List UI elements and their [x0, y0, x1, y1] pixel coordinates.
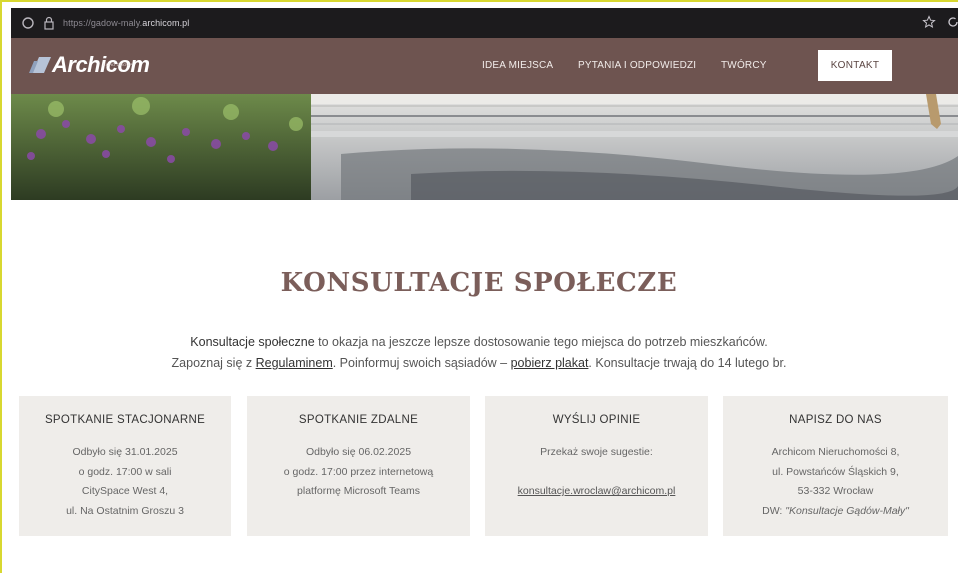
- card-stacjonarne: SPOTKANIE STACJONARNE Odbyło się 31.01.2…: [19, 396, 231, 536]
- card-line: o godz. 17:00 w sali: [78, 465, 172, 478]
- card-zdalne: SPOTKANIE ZDALNE Odbyło się 06.02.2025 o…: [247, 396, 470, 536]
- intro-line-2-b: . Poinformuj swoich sąsiadów –: [332, 356, 511, 370]
- url-field[interactable]: https://gadow-maly.archicom.pl: [63, 18, 189, 28]
- shield-icon[interactable]: [21, 16, 35, 30]
- hero-photo: [11, 94, 958, 200]
- card-line: 53-332 Wrocław: [797, 485, 874, 497]
- lock-icon[interactable]: [43, 16, 55, 30]
- email-link[interactable]: konsultacje.wroclaw@archicom.pl: [518, 485, 676, 497]
- url-prefix: https://gadow-maly.: [63, 18, 143, 28]
- nav-item-idea-miejsca[interactable]: IDEA MIEJSCA: [482, 60, 553, 71]
- browser-address-bar: https://gadow-maly.archicom.pl: [11, 8, 958, 38]
- intro-line-1: Konsultacje społeczne to okazja na jeszc…: [0, 332, 958, 353]
- site-header: Archicom ECHO GROUP IDEA MIEJSCA PYTANIA…: [11, 38, 958, 94]
- intro-line-2: Zapoznaj się z Regulaminem. Poinformuj s…: [0, 353, 958, 374]
- card-dw-prefix: DW:: [762, 504, 786, 517]
- plakat-link[interactable]: pobierz plakat: [511, 356, 589, 370]
- logo-mark-icon: [29, 57, 51, 73]
- card-line: ul. Powstańców Śląskich 9,: [772, 465, 899, 478]
- card-line: Przekaż swoje sugestie:: [540, 446, 653, 458]
- intro-line-2-a: Zapoznaj się z: [171, 356, 256, 370]
- card-opinie: WYŚLIJ OPINIE Przekaż swoje sugestie: ko…: [485, 396, 708, 536]
- card-body: Archicom Nieruchomości 8, ul. Powstańców…: [723, 443, 948, 521]
- card-title: SPOTKANIE ZDALNE: [298, 414, 419, 426]
- card-line: Archicom Nieruchomości 8,: [771, 446, 900, 458]
- page-title: KONSULTACJE SPOŁECZE: [280, 268, 678, 298]
- info-cards: SPOTKANIE STACJONARNE Odbyło się 31.01.2…: [0, 396, 958, 536]
- nav-item-tworcy[interactable]: TWÓRCY: [721, 60, 767, 71]
- hero-image: [11, 94, 958, 200]
- card-title: WYŚLIJ OPINIE: [552, 414, 641, 426]
- intro-line-2-c: . Konsultacje trwają do 14 lutego br.: [588, 356, 787, 370]
- card-body: Odbyło się 31.01.2025 o godz. 17:00 w sa…: [19, 443, 231, 521]
- card-body: Przekaż swoje sugestie: konsultacje.wroc…: [485, 443, 708, 502]
- card-line: ul. Na Ostatnim Groszu 3: [66, 504, 184, 517]
- url-domain: archicom.pl: [142, 18, 190, 28]
- card-line: Odbyło się 06.02.2025: [305, 446, 412, 458]
- card-line: CitySpace West 4,: [81, 485, 169, 497]
- card-body: Odbyło się 06.02.2025 o godz. 17:00 prze…: [247, 443, 470, 502]
- logo-text: Archicom: [52, 52, 150, 77]
- card-line: platformę Microsoft Teams: [297, 485, 420, 497]
- contact-button[interactable]: KONTAKT: [818, 50, 892, 81]
- card-title: NAPISZ DO NAS: [789, 414, 882, 426]
- logo-subtext: ECHO GROUP: [103, 62, 133, 67]
- bookmark-star-icon[interactable]: [922, 15, 936, 29]
- regulamin-link[interactable]: Regulaminem: [256, 356, 333, 370]
- card-title: SPOTKANIE STACJONARNE: [44, 414, 206, 426]
- intro-line-1-rest: to okazja na jeszcze lepsze dostosowanie…: [314, 335, 768, 349]
- intro-text: Konsultacje społeczne to okazja na jeszc…: [0, 332, 958, 374]
- nav-item-pytania[interactable]: PYTANIA I ODPOWIEDZI: [578, 60, 696, 71]
- card-dw-value: "Konsultacje Gądów-Mały": [785, 504, 909, 517]
- reload-icon[interactable]: [946, 15, 958, 29]
- card-napisz: NAPISZ DO NAS Archicom Nieruchomości 8, …: [723, 396, 948, 536]
- intro-strong: Konsultacje społeczne: [190, 335, 315, 349]
- card-line: o godz. 17:00 przez internetową: [283, 465, 434, 478]
- card-line: Odbyło się 31.01.2025: [72, 446, 178, 458]
